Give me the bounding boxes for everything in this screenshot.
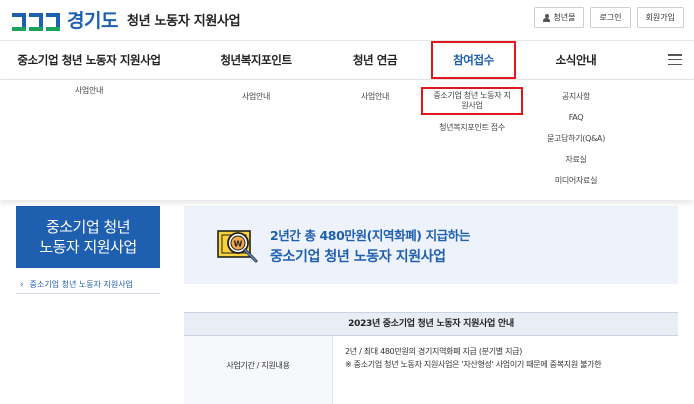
gnb-item-apply[interactable]: 참여접수 bbox=[431, 41, 516, 79]
person-icon bbox=[543, 13, 551, 22]
dropdown-col-sme-youth: 사업안내 bbox=[0, 85, 178, 96]
svg-text:W: W bbox=[234, 240, 243, 249]
site-header: 경기도 청년 노동자 지원사업 청년몰 로그인 회원가입 bbox=[0, 0, 694, 40]
utility-menu: 청년몰 로그인 회원가입 bbox=[534, 7, 684, 28]
dropdown-link-about-1[interactable]: 사업안내 bbox=[75, 85, 104, 96]
gnb-item-sme-youth[interactable]: 중소기업 청년 노동자 지원사업 bbox=[0, 41, 178, 79]
youth-mall-button[interactable]: 청년몰 bbox=[534, 7, 585, 28]
info-table-row-value: 2년 / 최대 480만원의 경기지역화폐 지급 (분기별 지급) ※ 중소기업… bbox=[332, 336, 678, 404]
info-table-title: 2023년 중소기업 청년 노동자 지원사업 안내 bbox=[184, 312, 678, 336]
dropdown-link-qna[interactable]: 묻고답하기(Q&A) bbox=[547, 133, 605, 144]
gnb-item-welfare-point[interactable]: 청년복지포인트 bbox=[198, 41, 314, 79]
info-value-line1: 2년 / 최대 480만원의 경기지역화폐 지급 (분기별 지급) bbox=[345, 347, 523, 356]
dropdown-col-pension: 사업안내 bbox=[330, 91, 420, 102]
join-button[interactable]: 회원가입 bbox=[636, 7, 684, 28]
dropdown-link-apply-welfare[interactable]: 청년복지포인트 접수 bbox=[439, 122, 505, 133]
dropdown-link-archive[interactable]: 자료실 bbox=[565, 154, 586, 165]
youth-mall-label: 청년몰 bbox=[553, 13, 576, 22]
side-menu-title: 중소기업 청년 노동자 지원사업 bbox=[16, 206, 160, 268]
chevron-right-icon: › bbox=[20, 279, 24, 290]
info-value-line2: ※ 중소기업 청년 노동자 지원사업은 '자산형성' 사업이기 때문에 중복지원… bbox=[345, 360, 602, 369]
side-title-line1: 중소기업 청년 bbox=[45, 218, 131, 236]
mega-menu-dropdown: 사업안내 사업안내 사업안내 중소기업 청년 노동자 지원사업 청년복지포인트 … bbox=[0, 80, 694, 200]
site-title: 청년 노동자 지원사업 bbox=[126, 14, 241, 29]
dropdown-link-media[interactable]: 미디어자료실 bbox=[555, 175, 598, 186]
page: 경기도 청년 노동자 지원사업 청년몰 로그인 회원가입 중소기업 청년 노동자… bbox=[0, 0, 694, 404]
side-menu-item-sme-youth[interactable]: › 중소기업 청년 노동자 지원사업 bbox=[16, 276, 160, 294]
dropdown-col-news: 공지사항 FAQ 묻고답하기(Q&A) 자료실 미디어자료실 bbox=[528, 91, 624, 186]
gyeonggi-logo-icon bbox=[12, 9, 60, 31]
dropdown-link-about-2[interactable]: 사업안내 bbox=[242, 91, 271, 102]
money-search-icon: W bbox=[217, 230, 258, 263]
site-logo[interactable]: 경기도 청년 노동자 지원사업 bbox=[12, 6, 241, 33]
gnb-item-youth-pension[interactable]: 청년 연금 bbox=[330, 41, 420, 79]
dropdown-col-welfare: 사업안내 bbox=[198, 91, 314, 102]
dropdown-link-apply-sme-youth[interactable]: 중소기업 청년 노동자 지원사업 bbox=[421, 87, 523, 115]
info-table-row: 사업기간 / 지원내용 2년 / 최대 480만원의 경기지역화폐 지급 (분기… bbox=[184, 336, 678, 404]
dropdown-link-faq[interactable]: FAQ bbox=[569, 112, 584, 123]
side-menu-item-label: 중소기업 청년 노동자 지원사업 bbox=[29, 280, 133, 289]
dropdown-link-notice[interactable]: 공지사항 bbox=[562, 91, 591, 102]
program-banner: W 2년간 총 480만원(지역화폐) 지급하는 중소기업 청년 노동자 지원사… bbox=[184, 206, 678, 284]
banner-program-name: 중소기업 청년 노동자 지원사업 bbox=[270, 249, 446, 265]
dropdown-col-apply: 중소기업 청년 노동자 지원사업 청년복지포인트 접수 bbox=[416, 87, 528, 133]
hamburger-menu-icon[interactable] bbox=[668, 54, 682, 66]
info-table-row-label: 사업기간 / 지원내용 bbox=[184, 336, 332, 404]
logo-text: 경기도 bbox=[67, 10, 118, 32]
banner-headline: 2년간 총 480만원(지역화폐) 지급하는 bbox=[270, 228, 470, 243]
side-title-line2: 노동자 지원사업 bbox=[39, 238, 137, 256]
dropdown-link-about-3[interactable]: 사업안내 bbox=[361, 91, 390, 102]
login-button[interactable]: 로그인 bbox=[590, 7, 631, 28]
gnb-item-news[interactable]: 소식안내 bbox=[528, 41, 624, 79]
main-navigation: 중소기업 청년 노동자 지원사업 청년복지포인트 청년 연금 참여접수 소식안내 bbox=[0, 40, 694, 80]
